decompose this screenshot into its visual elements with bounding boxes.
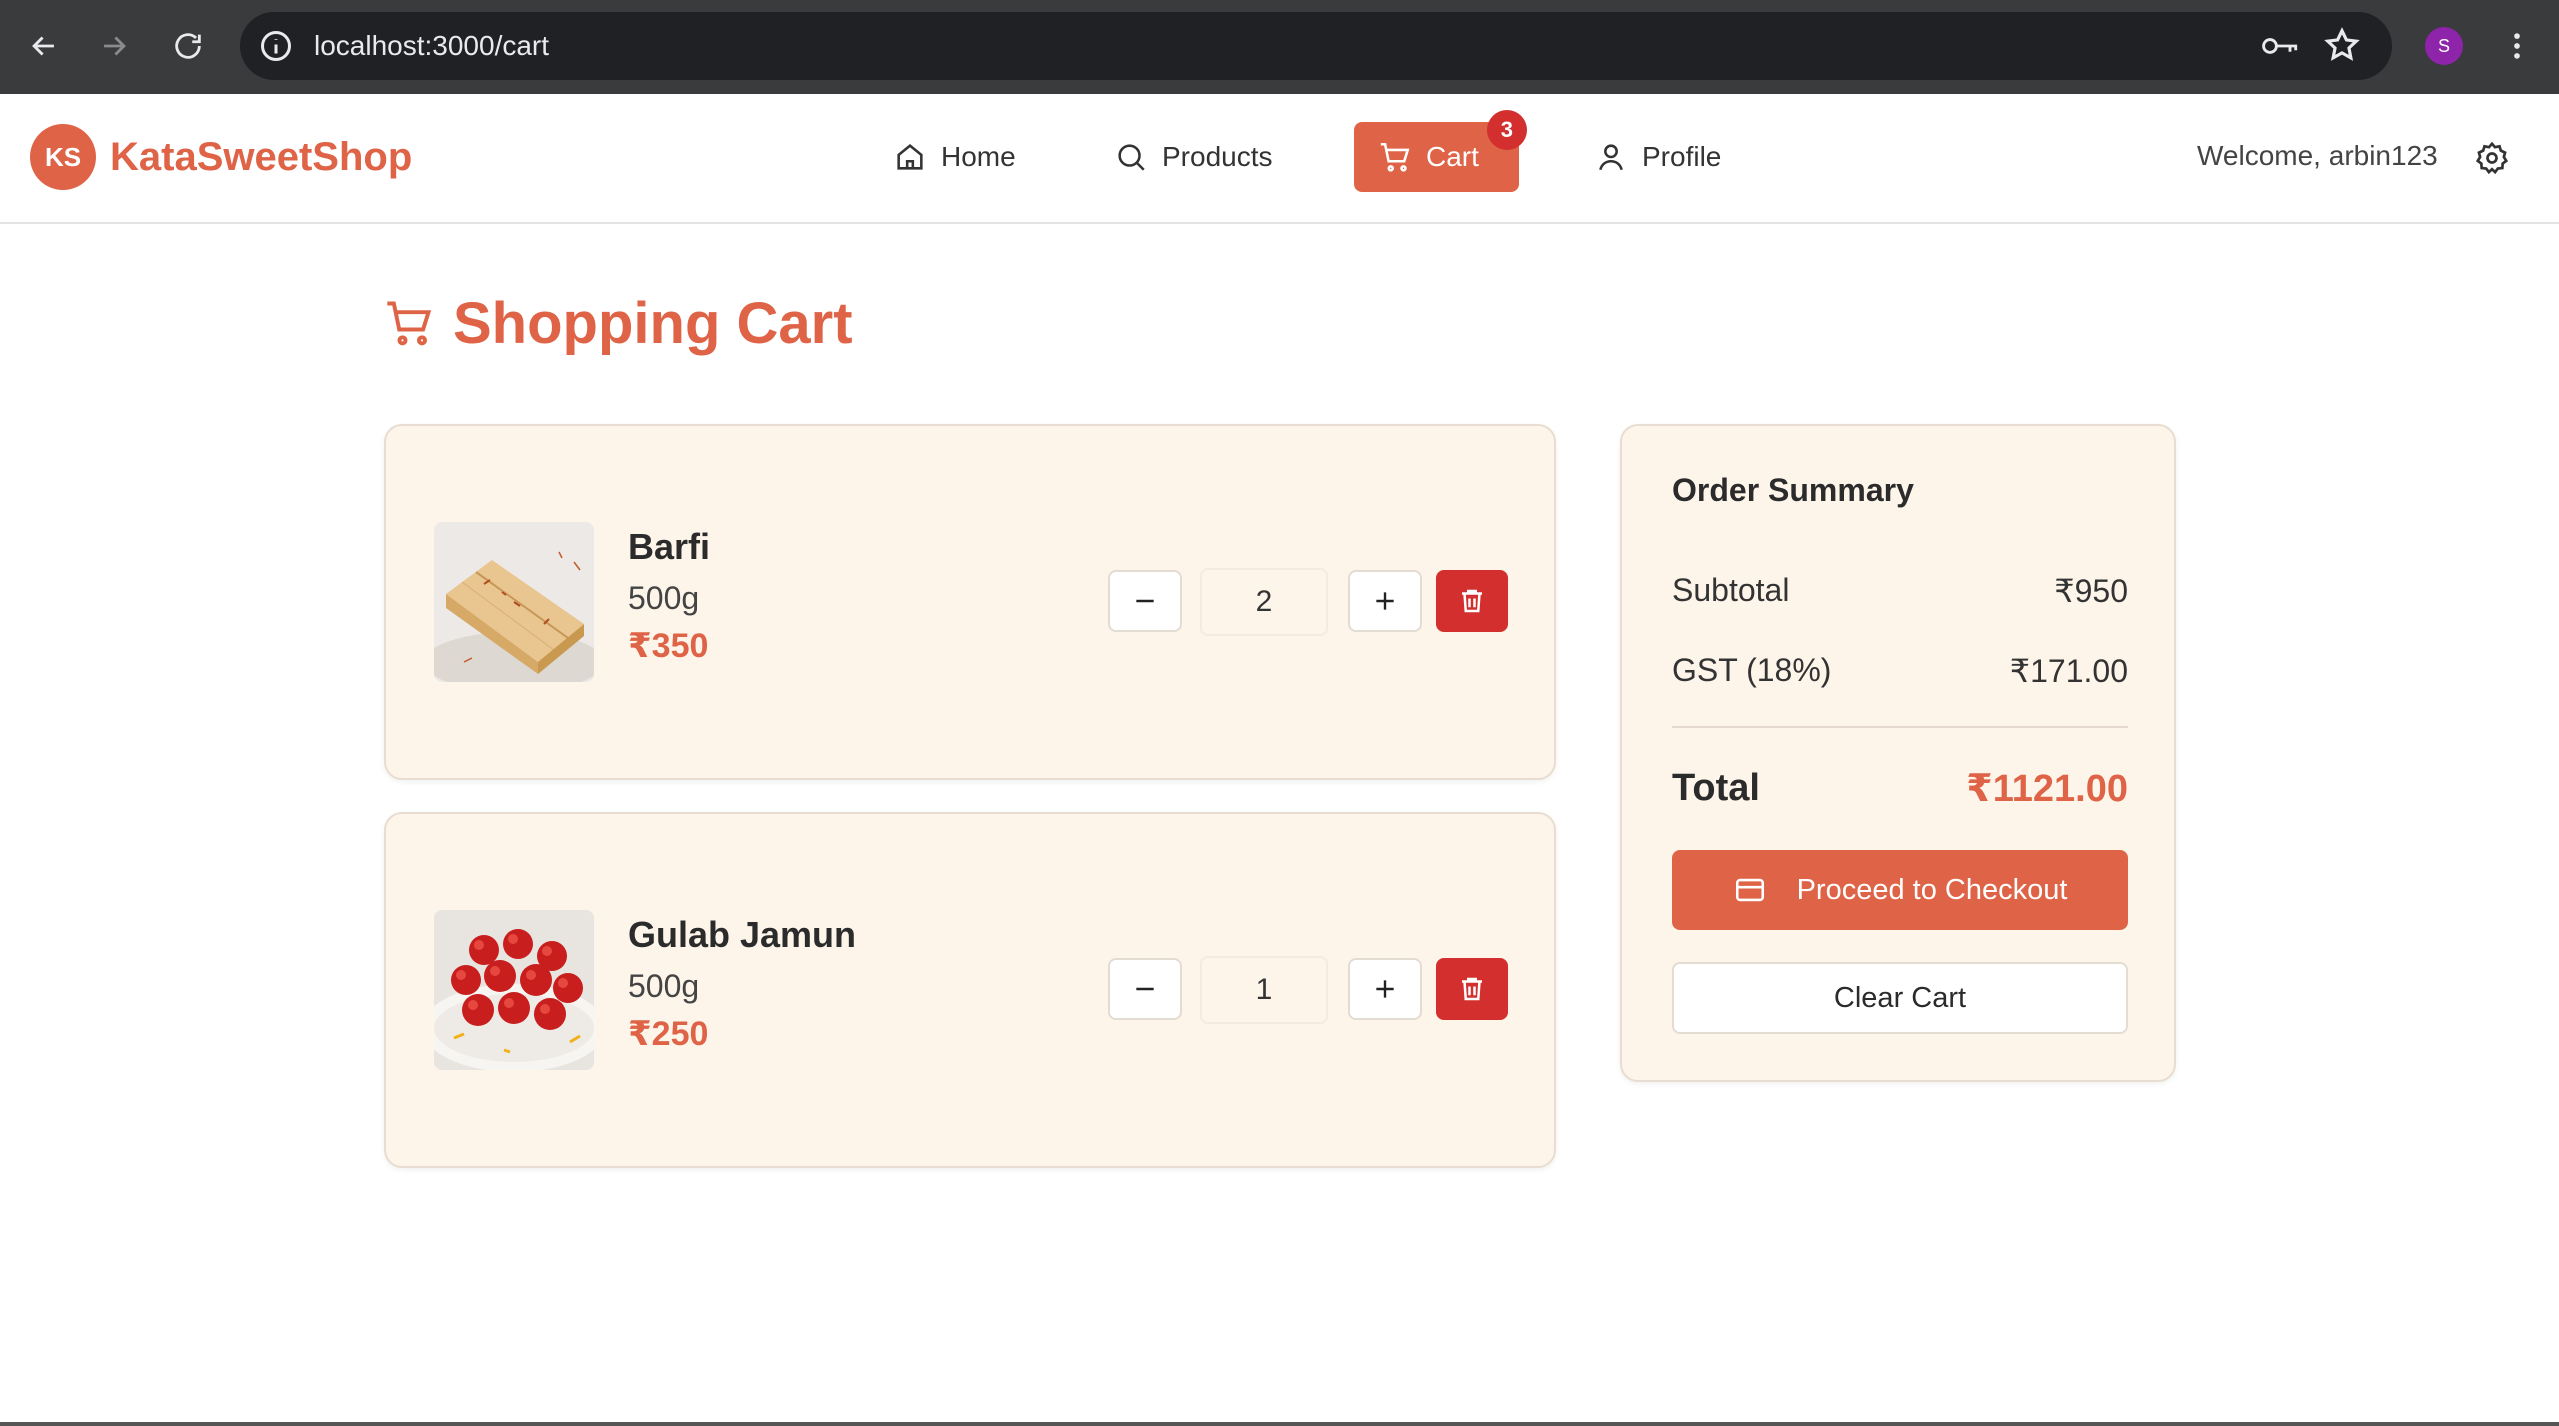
- quantity-field[interactable]: 1: [1200, 956, 1328, 1024]
- nav-home-label: Home: [941, 141, 1016, 172]
- item-weight: 500g: [628, 968, 700, 1004]
- page-title: Shopping Cart: [383, 288, 853, 358]
- quantity-field[interactable]: 2: [1200, 568, 1328, 636]
- order-summary-title: Order Summary: [1672, 472, 1914, 508]
- total-value: ₹1121.00: [1966, 768, 2128, 810]
- minus-icon: [1136, 987, 1154, 991]
- app-header: KS KataSweetShop Home Products Cart 3 Pr…: [0, 94, 2559, 224]
- nav-home[interactable]: Home: [893, 122, 1016, 192]
- brand-name: KataSweetShop: [110, 134, 413, 179]
- minus-icon: [1136, 599, 1154, 603]
- total-label: Total: [1672, 767, 1760, 809]
- cart-icon: [387, 301, 432, 346]
- plus-icon: [1376, 592, 1394, 610]
- subtotal-label: Subtotal: [1672, 572, 1790, 608]
- item-image-barfi: [434, 522, 594, 682]
- gst-row: GST (18%) ₹171.00: [1672, 652, 2128, 690]
- search-icon: [1118, 144, 1145, 171]
- browser-profile-avatar[interactable]: S: [2425, 27, 2463, 65]
- cart-count-badge: 3: [1486, 110, 1527, 150]
- info-icon[interactable]: [258, 28, 294, 64]
- nav-profile-label: Profile: [1642, 141, 1722, 172]
- clear-cart-button[interactable]: Clear Cart: [1672, 962, 2128, 1034]
- page-title-text: Shopping Cart: [453, 290, 853, 356]
- url-text[interactable]: localhost:3000/cart: [314, 30, 549, 62]
- reload-button[interactable]: [164, 22, 212, 70]
- total-row: Total ₹1121.00: [1672, 766, 2128, 811]
- cart-item: Gulab Jamun 500g ₹250 1: [384, 812, 1556, 1168]
- summary-divider: [1672, 726, 2128, 728]
- gst-label: GST (18%): [1672, 652, 1832, 688]
- decrease-quantity-button[interactable]: [1108, 958, 1182, 1020]
- nav-profile[interactable]: Profile: [1594, 122, 1721, 192]
- key-icon[interactable]: [2260, 28, 2300, 64]
- brand-link[interactable]: KS KataSweetShop: [30, 124, 412, 190]
- checkout-button-label: Proceed to Checkout: [1796, 873, 2068, 906]
- item-price: ₹350: [628, 627, 709, 665]
- gear-icon[interactable]: [2474, 140, 2510, 176]
- item-name: Gulab Jamun: [628, 914, 857, 955]
- arrow-right-icon: [104, 36, 126, 56]
- nav-products[interactable]: Products: [1114, 122, 1273, 192]
- forward-button[interactable]: [90, 22, 138, 70]
- window-bottom-border: [0, 1422, 2559, 1426]
- arrow-left-icon: [32, 36, 54, 56]
- item-weight: 500g: [628, 580, 700, 616]
- cart-icon: [1380, 142, 1410, 172]
- decrease-quantity-button[interactable]: [1108, 570, 1182, 632]
- increase-quantity-button[interactable]: [1348, 958, 1422, 1020]
- reload-icon: [175, 33, 201, 59]
- order-summary: Order Summary Subtotal ₹950 GST (18%) ₹1…: [1620, 424, 2176, 1082]
- item-price: ₹250: [628, 1015, 709, 1053]
- gst-value: ₹171.00: [2009, 653, 2128, 689]
- trash-icon: [1462, 589, 1482, 613]
- welcome-text: Welcome, arbin123: [2197, 140, 2438, 171]
- bookmark-star-icon[interactable]: [2323, 26, 2361, 64]
- subtotal-value: ₹950: [2054, 573, 2128, 609]
- credit-card-icon: [1735, 878, 1764, 902]
- subtotal-row: Subtotal ₹950: [1672, 572, 2128, 610]
- back-button[interactable]: [20, 22, 68, 70]
- plus-icon: [1376, 980, 1394, 998]
- nav-products-label: Products: [1162, 141, 1273, 172]
- address-bar[interactable]: localhost:3000/cart: [240, 12, 2392, 80]
- remove-item-button[interactable]: [1436, 958, 1508, 1020]
- nav-cart[interactable]: Cart 3: [1354, 110, 1527, 192]
- brand-logo: KS: [30, 124, 96, 190]
- browser-toolbar: localhost:3000/cart S: [0, 0, 2559, 94]
- item-name: Barfi: [628, 526, 711, 567]
- remove-item-button[interactable]: [1436, 570, 1508, 632]
- cart-item: Barfi 500g ₹350 2: [384, 424, 1556, 780]
- more-vert-icon[interactable]: [2500, 26, 2534, 66]
- item-image-gulab-jamun: [434, 910, 594, 1070]
- trash-icon: [1462, 977, 1482, 1001]
- checkout-button[interactable]: Proceed to Checkout: [1672, 850, 2128, 930]
- home-icon: [897, 144, 923, 170]
- nav-cart-label: Cart: [1426, 141, 1479, 172]
- increase-quantity-button[interactable]: [1348, 570, 1422, 632]
- user-icon: [1599, 144, 1623, 171]
